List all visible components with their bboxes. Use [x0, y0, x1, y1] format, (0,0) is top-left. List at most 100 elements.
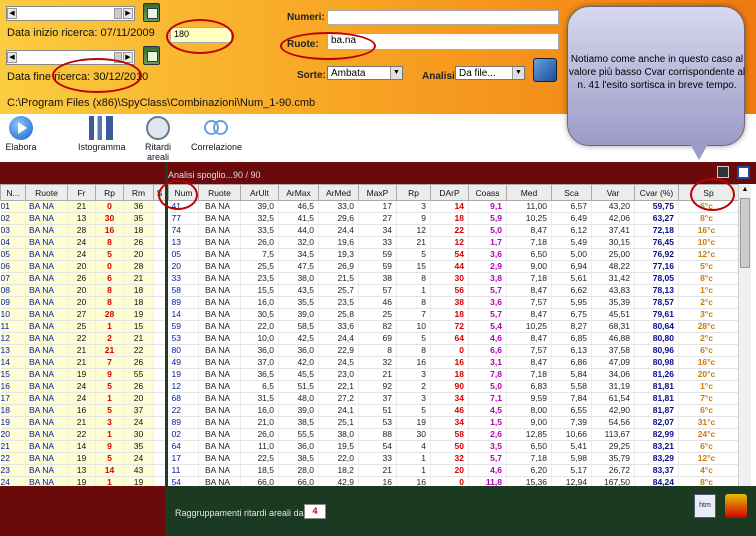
table-row[interactable]: 89 BA NA 16,0 35,5 23,5 46 8 38 3,6 7,57 5,95 35,39…	[168, 296, 738, 309]
column-header[interactable]: ArUlt	[240, 184, 279, 201]
table-row[interactable]: 22 BA NA 16,0 39,0 24,1 51 5 46 4,5 8,00 6,55 42,90…	[168, 404, 738, 417]
column-header[interactable]: Fr	[67, 184, 96, 201]
table-cell: 37	[358, 392, 397, 405]
table-row[interactable]: 33 BA NA 23,5 38,0 21,5 38 8 30 3,8 7,18 5,61 31,42…	[168, 272, 738, 285]
table-row[interactable]: 04 BA NA 24 8 26	[0, 236, 165, 249]
column-header[interactable]: Med	[506, 184, 552, 201]
table-row[interactable]: 03 BA NA 28 16 18	[0, 224, 165, 237]
table-row[interactable]: 20 BA NA 25,5 47,5 26,9 59 15 44 2,9 9,00 6,94 48,2…	[168, 260, 738, 273]
table-cell: 21	[396, 236, 431, 249]
table-row[interactable]: 77 BA NA 32,5 41,5 29,6 27 9 18 5,9 10,25 6,49 42,0…	[168, 212, 738, 225]
table-row[interactable]: 14 BA NA 21 7 26	[0, 356, 165, 369]
table-row[interactable]: 15 BA NA 19 9 55	[0, 368, 165, 381]
table-row[interactable]: 74 BA NA 33,5 44,0 24,4 34 12 22 5,0 8,47 6,12 37,4…	[168, 224, 738, 237]
table-row[interactable]: 13 BA NA 21 21 22	[0, 344, 165, 357]
table-row[interactable]: 02 BA NA 13 30 35	[0, 212, 165, 225]
numeri-input[interactable]	[327, 10, 559, 25]
run-analysis-icon[interactable]	[533, 58, 557, 82]
table-row[interactable]: 17 BA NA 24 1 20	[0, 392, 165, 405]
html-export-icon[interactable]: htm	[694, 494, 716, 518]
column-header[interactable]: Rm	[123, 184, 154, 201]
table-row[interactable]: 22 BA NA 19 5 24	[0, 452, 165, 465]
slider-left-arrow[interactable]: ◀	[7, 52, 17, 63]
column-header[interactable]: ArMed	[318, 184, 359, 201]
table-row[interactable]: 21 BA NA 14 9 35	[0, 440, 165, 453]
table-row[interactable]: 23 BA NA 13 14 43	[0, 464, 165, 477]
table-row[interactable]: 12 BA NA 6,5 51,5 22,1 92 2 90 5,0 6,83 5,58 31,19 8…	[168, 380, 738, 393]
column-header[interactable]: Var	[591, 184, 635, 201]
start-date-slider[interactable]: ◀ ▶	[6, 6, 135, 21]
chevron-down-icon[interactable]: ▼	[512, 67, 524, 79]
scroll-up-icon[interactable]: ▲	[740, 186, 750, 196]
grouping-value-field[interactable]: 4	[304, 504, 326, 519]
table-row[interactable]: 53 BA NA 10,0 42,5 24,4 69 5 64 4,6 8,47 6,85 46,88…	[168, 332, 738, 345]
table-row[interactable]: 06 BA NA 20 0 28	[0, 260, 165, 273]
table-row[interactable]: 02 BA NA 26,0 55,5 38,0 88 30 58 2,6 12,85 10,66 11…	[168, 428, 738, 441]
column-header[interactable]: DArP	[430, 184, 469, 201]
table-row[interactable]: 80 BA NA 36,0 36,0 22,9 8 8 0 6,6 7,57 6,13 37,58 80…	[168, 344, 738, 357]
clear-icon[interactable]	[725, 494, 747, 518]
table-row[interactable]: 59 BA NA 22,0 58,5 33,6 82 10 72 5,4 10,25 8,27 68,…	[168, 320, 738, 333]
table-row[interactable]: 08 BA NA 20 8 18	[0, 284, 165, 297]
table-row[interactable]: 07 BA NA 26 6 21	[0, 272, 165, 285]
table-row[interactable]: 18 BA NA 16 5 37	[0, 404, 165, 417]
istogramma-button[interactable]: Istogramma	[78, 116, 126, 152]
slider-left-arrow[interactable]: ◀	[7, 8, 17, 19]
column-header[interactable]: MaxP	[358, 184, 397, 201]
analisi-select[interactable]: Da file... ▼	[455, 66, 525, 80]
slider-right-arrow[interactable]: ▶	[123, 8, 133, 19]
table-row[interactable]: 05 BA NA 24 5 20	[0, 248, 165, 261]
table-row[interactable]: 20 BA NA 22 1 30	[0, 428, 165, 441]
elabora-button[interactable]: Elabora	[4, 116, 38, 152]
vertical-scrollbar[interactable]: ▲	[738, 184, 751, 486]
table-row[interactable]: 41 BA NA 39,0 46,5 33,0 17 3 14 9,1 11,00 6,57 43,2…	[168, 200, 738, 213]
table-row[interactable]: 16 BA NA 24 5 26	[0, 380, 165, 393]
table-cell: 16	[430, 356, 469, 369]
table-row[interactable]: 68 BA NA 31,5 48,0 27,2 37 3 34 7,1 9,59 7,84 61,54…	[168, 392, 738, 405]
ritardi-label: Ritardi areali	[144, 142, 171, 162]
minimize-icon[interactable]	[717, 166, 729, 178]
table-row[interactable]: 19 BA NA 21 3 24	[0, 416, 165, 429]
ritardi-areali-button[interactable]: Ritardi areali	[133, 116, 183, 162]
column-header[interactable]: Coass	[468, 184, 507, 201]
calendar-icon[interactable]	[143, 3, 160, 22]
column-header[interactable]: Sca	[551, 184, 592, 201]
table-row[interactable]: 12 BA NA 22 2 21	[0, 332, 165, 345]
table-row[interactable]: 11 BA NA 25 1 15	[0, 320, 165, 333]
table-row[interactable]: 13 BA NA 26,0 32,0 19,6 33 21 12 1,7 7,18 5,49 30,1…	[168, 236, 738, 249]
table-row[interactable]: 19 BA NA 36,5 45,5 23,0 21 3 18 7,8 7,18 5,84 34,06…	[168, 368, 738, 381]
column-header[interactable]: Ruote	[25, 184, 68, 201]
table-cell: 63,27	[634, 212, 679, 225]
column-header[interactable]: N...	[0, 184, 26, 201]
column-header[interactable]: Cvar (%)	[634, 184, 679, 201]
window-icon[interactable]	[737, 166, 750, 179]
table-row[interactable]: 14 BA NA 30,5 39,0 25,8 25 7 18 5,7 8,47 6,75 45,51…	[168, 308, 738, 321]
table-row[interactable]: 58 BA NA 15,5 43,5 25,7 57 1 56 5,7 8,47 6,62 43,83…	[168, 284, 738, 297]
table-cell: 59	[168, 320, 199, 333]
table-cell: 22	[0, 452, 26, 465]
table-row[interactable]: 11 BA NA 18,5 28,0 18,2 21 1 20 4,6 6,20 5,17 26,72…	[168, 464, 738, 477]
table-row[interactable]: 89 BA NA 21,0 38,5 25,1 53 19 34 1,5 9,00 7,39 54,5…	[168, 416, 738, 429]
sorte-select[interactable]: Ambata ▼	[327, 66, 403, 80]
column-header[interactable]: ArMax	[278, 184, 319, 201]
table-row[interactable]: 64 BA NA 11,0 36,0 19,5 54 4 50 3,5 6,50 5,41 29,25…	[168, 440, 738, 453]
chevron-down-icon[interactable]: ▼	[390, 67, 402, 79]
column-header[interactable]: Rp	[396, 184, 431, 201]
column-header[interactable]: Rp	[95, 184, 124, 201]
table-row[interactable]: 54 BA NA 66,0 66,0 42,9 16 16 0 11,8 15,36 12,94 16…	[168, 476, 738, 486]
scroll-thumb[interactable]	[740, 198, 750, 268]
slider-thumb[interactable]	[114, 8, 122, 19]
table-cell: 4,6	[468, 464, 507, 477]
calendar-icon[interactable]	[143, 46, 160, 65]
table-cell	[153, 272, 165, 285]
table-row[interactable]: 09 BA NA 20 8 18	[0, 296, 165, 309]
table-row[interactable]: 10 BA NA 27 28 19	[0, 308, 165, 321]
table-row[interactable]: 05 BA NA 7,5 34,5 19,3 59 5 54 3,6 6,50 5,00 25,00 7…	[168, 248, 738, 261]
table-row[interactable]: 17 BA NA 22,5 38,5 22,0 33 1 32 5,7 7,18 5,98 35,79…	[168, 452, 738, 465]
table-row[interactable]: 49 BA NA 37,0 42,0 24,5 32 16 16 3,1 8,47 6,86 47,0…	[168, 356, 738, 369]
table-row[interactable]: 24 BA NA 19 1 19	[0, 476, 165, 486]
table-cell: 76,92	[634, 248, 679, 261]
correlazione-button[interactable]: Correlazione	[191, 116, 242, 152]
table-row[interactable]: 01 BA NA 21 0 36	[0, 200, 165, 213]
column-header[interactable]: Ruote	[198, 184, 241, 201]
